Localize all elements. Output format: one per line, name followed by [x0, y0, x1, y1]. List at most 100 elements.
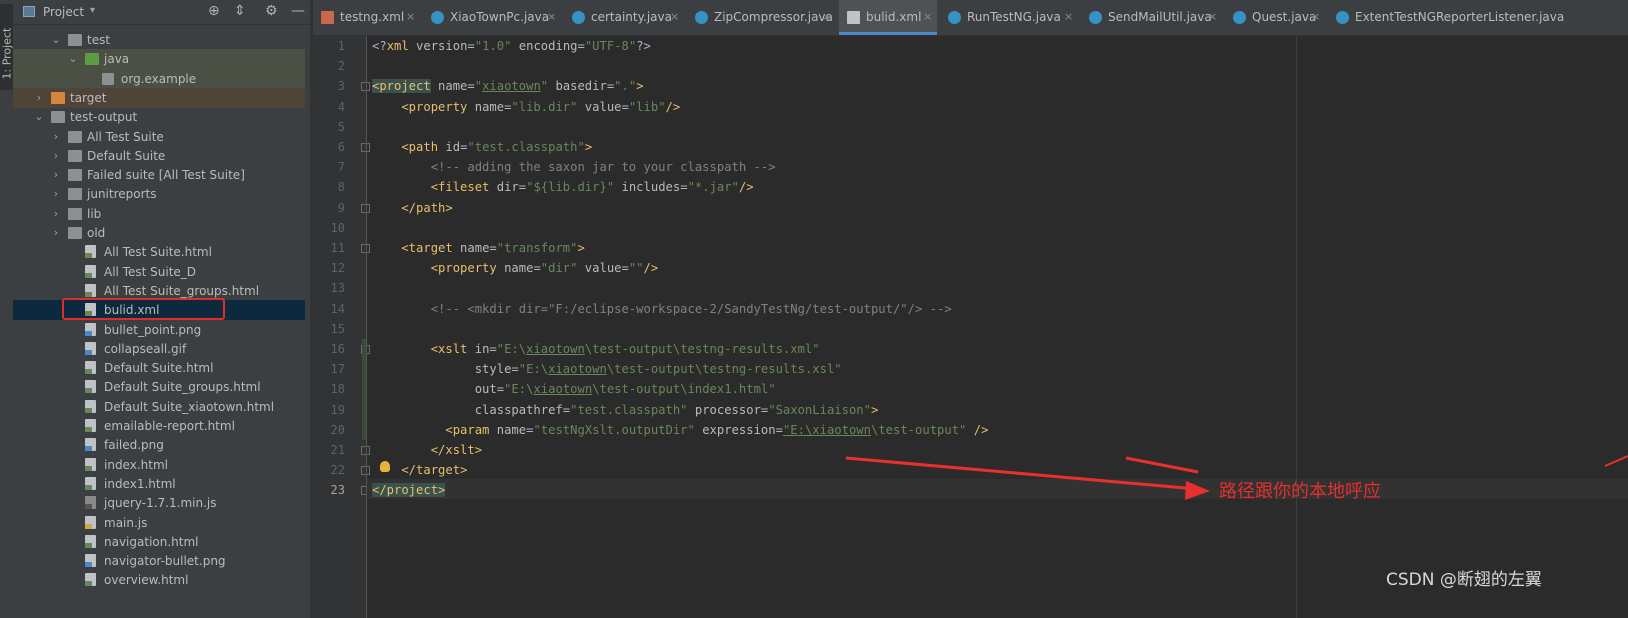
collapse-icon[interactable]: ⇕	[234, 3, 246, 19]
project-icon	[23, 6, 35, 17]
tree-item-label: old	[87, 226, 106, 240]
java-class-icon	[431, 11, 444, 24]
tree-item[interactable]: org.example	[13, 68, 305, 89]
gear-icon[interactable]: ⚙	[265, 3, 278, 19]
line-number: 1	[337, 39, 345, 53]
editor-tab-label: ExtentTestNGReporterListener.java	[1355, 10, 1565, 24]
file-icon	[85, 399, 96, 413]
lightbulb-icon[interactable]	[380, 461, 390, 472]
tree-item[interactable]: › Default Suite	[13, 146, 305, 166]
editor-tab[interactable]: testng.xml ×	[313, 0, 420, 35]
folder-icon	[85, 53, 99, 66]
editor-tab[interactable]: ZipCompressor.java ×	[687, 0, 836, 35]
folder-icon	[102, 72, 114, 85]
file-icon	[85, 534, 96, 548]
editor-tab[interactable]: XiaoTownPc.java ×	[423, 0, 561, 35]
file-icon	[85, 380, 96, 394]
close-icon[interactable]: ×	[547, 0, 556, 34]
tree-item[interactable]: › lib	[13, 204, 305, 224]
close-icon[interactable]: ×	[1311, 0, 1320, 34]
file-icon	[85, 245, 96, 259]
line-number: 13	[330, 281, 345, 296]
editor-tab[interactable]: Quest.java ×	[1225, 0, 1325, 35]
project-tool-tab[interactable]: 1: Project	[0, 4, 14, 90]
editor-tab[interactable]: bulid.xml ×	[839, 0, 937, 35]
tree-item-label: main.js	[104, 515, 148, 530]
tree-item-label: Default Suite	[87, 148, 166, 163]
minimize-icon[interactable]: —	[291, 3, 305, 19]
file-icon	[85, 419, 96, 432]
tree-item-label: java	[104, 52, 130, 67]
tree-item[interactable]: › old	[13, 223, 305, 243]
line-number: 9	[337, 200, 345, 215]
chevron-right-icon[interactable]: ›	[51, 127, 61, 147]
editor-tab[interactable]: SendMailUtil.java ×	[1081, 0, 1222, 35]
project-panel: Project ▾ ⊕ ⇕ ⚙ — ⌄ test ⌄ java org.example ›…	[13, 0, 318, 618]
close-icon[interactable]: ×	[406, 0, 415, 34]
tree-item[interactable]: index.html	[13, 455, 305, 475]
tree-item[interactable]: ⌄ test	[13, 30, 305, 50]
close-icon[interactable]: ×	[1208, 0, 1217, 34]
chevron-right-icon[interactable]: ›	[51, 165, 61, 185]
tree-item[interactable]: Default Suite_groups.html	[13, 377, 305, 397]
tree-item[interactable]: › All Test Suite	[13, 127, 305, 147]
code-editor[interactable]: 1 2 3 4 5 6 7 8 9 10 11 12 13 14 15 16 17 18 19 20 21 22 23 <?…	[313, 36, 1628, 618]
editor-tab[interactable]: ExtentTestNGReporterListener.java	[1328, 0, 1628, 35]
close-icon[interactable]: ×	[923, 0, 932, 34]
tree-item[interactable]: failed.png	[13, 435, 305, 455]
folder-icon	[51, 91, 65, 104]
tree-item[interactable]: collapseall.gif	[13, 339, 305, 359]
tree-item[interactable]: › target	[13, 87, 305, 108]
line-number: 20	[330, 422, 345, 437]
tree-item[interactable]: main.js	[13, 513, 305, 533]
tree-item[interactable]: › Failed suite [All Test Suite]	[13, 165, 305, 185]
editor-tab-label: RunTestNG.java	[967, 10, 1061, 24]
line-number: 15	[330, 321, 345, 336]
tree-item[interactable]: overview.html	[13, 570, 305, 590]
close-icon[interactable]: ×	[670, 0, 679, 34]
editor-tab-label: certainty.java	[591, 10, 672, 24]
target-icon[interactable]: ⊕	[208, 3, 220, 19]
chevron-right-icon[interactable]: ›	[51, 184, 61, 204]
chevron-down-icon[interactable]: ▾	[90, 5, 95, 16]
chevron-right-icon[interactable]: ›	[51, 223, 61, 243]
tree-item[interactable]: Default Suite.html	[13, 358, 305, 378]
tree-item[interactable]: Default Suite_xiaotown.html	[13, 397, 305, 417]
tree-item[interactable]: jquery-1.7.1.min.js	[13, 493, 305, 513]
editor-tab[interactable]: RunTestNG.java ×	[940, 0, 1078, 35]
tree-item[interactable]: ⌄ java	[13, 49, 305, 70]
chevron-down-icon[interactable]: ⌄	[68, 49, 78, 69]
tree-item[interactable]: All Test Suite.html	[13, 242, 305, 262]
tree-item[interactable]: navigator-bullet.png	[13, 551, 305, 571]
editor-tab[interactable]: certainty.java ×	[564, 0, 684, 35]
tree-item[interactable]: index1.html	[13, 474, 305, 494]
tree-item[interactable]: ⌄ test-output	[13, 107, 305, 127]
tree-item[interactable]: All Test Suite_D	[13, 262, 305, 282]
tree-item[interactable]: bullet_point.png	[13, 320, 305, 340]
file-icon	[85, 283, 96, 297]
line-number: 23	[330, 483, 345, 498]
chevron-right-icon[interactable]: ›	[51, 146, 61, 166]
editor-tab-label: SendMailUtil.java	[1108, 10, 1212, 24]
code-line: <param name="testNgXslt.outputDir" expre…	[372, 422, 989, 437]
chevron-right-icon[interactable]: ›	[51, 204, 61, 224]
chevron-down-icon[interactable]: ⌄	[51, 30, 61, 50]
java-class-icon	[695, 11, 708, 24]
tree-item-label: lib	[87, 206, 102, 221]
code-line: <path id="test.classpath">	[372, 140, 593, 154]
tool-window-stripe: 1: Project	[0, 0, 14, 618]
line-number: 11	[330, 241, 345, 255]
chevron-right-icon[interactable]: ›	[34, 88, 44, 108]
chevron-down-icon[interactable]: ⌄	[34, 107, 44, 127]
tree-item-label: Default Suite_xiaotown.html	[104, 399, 275, 414]
tree-item[interactable]: navigation.html	[13, 532, 305, 552]
project-view-selector[interactable]: Project	[43, 5, 84, 19]
xml-file-icon	[847, 11, 860, 24]
editor-tab-label: ZipCompressor.java	[714, 10, 833, 24]
close-icon[interactable]: ×	[822, 0, 831, 34]
tree-item[interactable]: › junitreports	[13, 184, 305, 204]
tree-item-label: test-output	[70, 110, 138, 125]
close-icon[interactable]: ×	[1064, 0, 1073, 34]
tree-item[interactable]: emailable-report.html	[13, 416, 305, 436]
tree-item-label: index.html	[104, 457, 168, 472]
